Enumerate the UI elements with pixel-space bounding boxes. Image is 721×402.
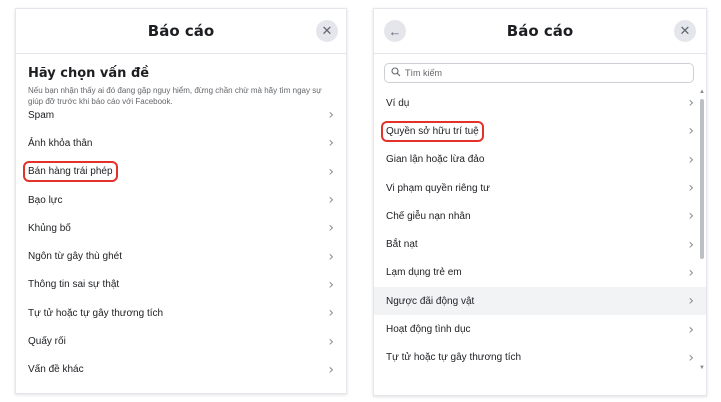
subcategory-list-item[interactable]: Bắt nạt › xyxy=(374,230,706,258)
report-dialog-categories: Báo cáo ✕ Hãy chọn vấn đề Nếu bạn nhận t… xyxy=(15,8,347,394)
list-item-label: Ảnh khỏa thân xyxy=(28,137,93,149)
subcategory-list: Ví dụ › Quyền sở hữu trí tuệ › Gian lận hoặc… xyxy=(374,89,706,372)
chevron-right-icon: › xyxy=(328,192,334,209)
section-heading: Hãy chọn vấn đề xyxy=(28,66,150,81)
subcategory-list-item[interactable]: Ví dụ › xyxy=(374,89,706,117)
list-item-label: Quyền sở hữu trí tuệ xyxy=(381,120,484,142)
list-item-label: Gian lận hoặc lừa đảo xyxy=(386,154,485,166)
report-dialog-subcategories: ← Báo cáo ✕ Tìm kiếm Ví dụ › Quyền sở hữu … xyxy=(373,8,707,396)
subcategory-list-item[interactable]: Quyền sở hữu trí tuệ › xyxy=(374,117,706,145)
chevron-right-icon: › xyxy=(688,180,694,197)
problem-list-item[interactable]: Ngôn từ gây thù ghét › xyxy=(16,242,346,270)
chevron-right-icon: › xyxy=(328,135,334,152)
chevron-right-icon: › xyxy=(328,107,334,124)
chevron-right-icon: › xyxy=(328,163,334,180)
subcategory-list-item[interactable]: Ngược đãi động vật › xyxy=(374,287,706,316)
subcategory-list-item[interactable]: Lạm dụng trẻ em › xyxy=(374,259,706,287)
chevron-right-icon: › xyxy=(688,123,694,140)
list-item-label: Bạo lực xyxy=(28,194,63,206)
chevron-right-icon: › xyxy=(688,264,694,281)
chevron-right-icon: › xyxy=(688,208,694,225)
close-button[interactable]: ✕ xyxy=(316,20,338,42)
list-item-label: Hoạt động tình dục xyxy=(386,324,471,336)
chevron-right-icon: › xyxy=(328,248,334,265)
list-item-label: Khủng bố xyxy=(28,222,71,234)
dialog-header: Báo cáo ✕ xyxy=(16,9,346,54)
list-item-label: Ngược đãi động vật xyxy=(386,295,475,307)
list-item-label: Tự tử hoặc tự gây thương tích xyxy=(386,352,522,364)
scroll-up-arrow[interactable]: ▲ xyxy=(699,89,705,95)
search-placeholder: Tìm kiếm xyxy=(405,68,442,78)
list-item-label: Quấy rối xyxy=(28,336,66,348)
problem-list-item[interactable]: Khủng bố › xyxy=(16,214,346,242)
chevron-right-icon: › xyxy=(328,361,334,378)
subcategory-list-item[interactable]: Chế giễu nạn nhân › xyxy=(374,202,706,230)
chevron-right-icon: › xyxy=(328,333,334,350)
chevron-right-icon: › xyxy=(688,349,694,366)
subcategory-list-item[interactable]: Hoạt động tình dục › xyxy=(374,315,706,343)
problem-list-item[interactable]: Vấn đề khác › xyxy=(16,356,346,384)
list-item-label: Thông tin sai sự thật xyxy=(28,279,120,291)
problem-list-item[interactable]: Tự tử hoặc tự gây thương tích › xyxy=(16,299,346,327)
close-icon: ✕ xyxy=(679,23,691,38)
search-input[interactable]: Tìm kiếm xyxy=(384,63,694,83)
chevron-right-icon: › xyxy=(688,95,694,112)
list-item-label: Tự tử hoặc tự gây thương tích xyxy=(28,307,164,319)
search-icon xyxy=(391,66,401,80)
chevron-right-icon: › xyxy=(328,276,334,293)
problem-list: Spam › Ảnh khỏa thân › Bán hàng trái phép › Bạ… xyxy=(16,101,346,384)
chevron-right-icon: › xyxy=(328,305,334,322)
problem-list-item[interactable]: Ảnh khỏa thân › xyxy=(16,129,346,157)
list-item-label: Ngôn từ gây thù ghét xyxy=(28,251,122,263)
subcategory-list-item[interactable]: Tự tử hoặc tự gây thương tích › xyxy=(374,344,706,372)
list-item-label: Ví dụ xyxy=(386,97,410,109)
chevron-right-icon: › xyxy=(688,236,694,253)
close-icon: ✕ xyxy=(321,23,333,38)
problem-list-item[interactable]: Spam › xyxy=(16,101,346,129)
dialog-title: Báo cáo xyxy=(506,22,574,40)
chevron-right-icon: › xyxy=(688,293,694,310)
chevron-right-icon: › xyxy=(688,321,694,338)
list-item-label: Lạm dụng trẻ em xyxy=(386,267,462,279)
list-item-label: Vi phạm quyền riêng tư xyxy=(386,182,490,194)
subcategory-list-item[interactable]: Vi phạm quyền riêng tư › xyxy=(374,174,706,202)
list-item-label: Bán hàng trái phép xyxy=(23,161,118,183)
list-item-label: Vấn đề khác xyxy=(28,364,84,376)
chevron-right-icon: › xyxy=(688,151,694,168)
list-item-label: Chế giễu nạn nhân xyxy=(386,210,471,222)
problem-list-item[interactable]: Bạo lực › xyxy=(16,186,346,214)
chevron-right-icon: › xyxy=(328,220,334,237)
dialog-header: ← Báo cáo ✕ xyxy=(374,9,706,54)
list-item-label: Bắt nạt xyxy=(386,239,418,251)
list-item-label: Spam xyxy=(28,109,55,121)
dialog-title: Báo cáo xyxy=(147,22,215,40)
problem-list-item[interactable]: Thông tin sai sự thật › xyxy=(16,271,346,299)
problem-list-item[interactable]: Bán hàng trái phép › xyxy=(16,158,346,186)
problem-list-item[interactable]: Quấy rối › xyxy=(16,327,346,355)
subcategory-list-item[interactable]: Gian lận hoặc lừa đảo › xyxy=(374,146,706,174)
close-button[interactable]: ✕ xyxy=(674,20,696,42)
scrollbar-thumb[interactable] xyxy=(700,99,704,259)
scroll-down-arrow[interactable]: ▼ xyxy=(699,365,705,371)
